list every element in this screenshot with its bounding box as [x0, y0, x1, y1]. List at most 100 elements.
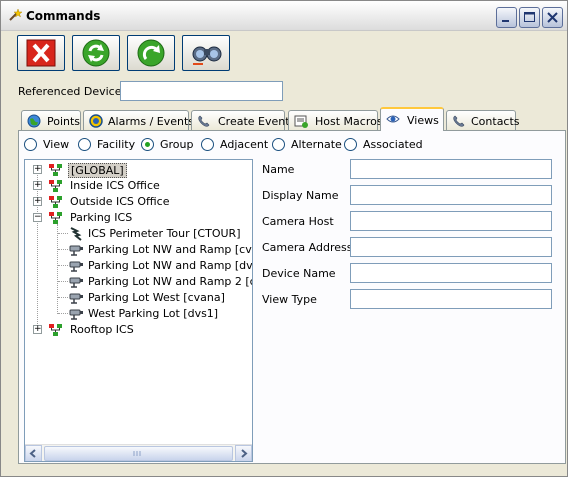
expand-toggle[interactable]: +	[33, 197, 42, 206]
phone-icon	[198, 115, 210, 127]
eye-icon	[386, 115, 400, 123]
find-toolbar-button[interactable]	[182, 35, 230, 71]
app-wand-icon	[9, 8, 22, 21]
refresh-icon	[82, 39, 110, 67]
group-tree-icon	[49, 180, 62, 192]
radio-label: Adjacent	[220, 138, 269, 151]
radio-label: Group	[160, 138, 194, 151]
name-field[interactable]	[350, 159, 552, 179]
grip-icon	[133, 451, 141, 456]
referenced-device-input[interactable]	[120, 81, 283, 101]
tab-label: Points	[47, 115, 81, 128]
tree-connector	[58, 249, 68, 250]
radio-circle	[141, 138, 154, 151]
tab-label: Views	[407, 114, 439, 127]
title-bar: Commands	[1, 1, 567, 31]
redo-icon	[137, 39, 165, 67]
group-tree[interactable]: + [GLOBAL] + Inside ICS Office + Outside…	[24, 159, 253, 462]
tree-horizontal-scrollbar[interactable]	[25, 444, 252, 461]
tree-node-label: Parking ICS	[70, 211, 133, 224]
commands-window: Commands Referenced Device Points Alarms…	[0, 0, 568, 477]
group-tree-icon	[49, 324, 62, 336]
tab-alarms-events[interactable]: Alarms / Events	[83, 110, 194, 130]
radio-circle	[78, 138, 91, 151]
maximize-button[interactable]	[519, 7, 540, 28]
radio-circle	[201, 138, 214, 151]
binoculars-icon	[192, 46, 222, 65]
tab-create-event[interactable]: Create Event	[191, 110, 290, 130]
minimize-button[interactable]	[496, 7, 517, 28]
tree-connector	[58, 281, 68, 282]
tree-connector	[57, 224, 58, 314]
group-tree-icon	[49, 196, 62, 208]
device-name-field[interactable]	[350, 263, 552, 283]
tree-connector	[58, 265, 68, 266]
expand-toggle[interactable]: +	[33, 165, 42, 174]
scroll-left-button[interactable]	[25, 445, 42, 461]
radio-label: Facility	[97, 138, 136, 151]
name-label: Name	[262, 163, 295, 176]
camera-host-label: Camera Host	[262, 215, 334, 228]
arrow-left-icon	[29, 449, 36, 458]
view-type-label: View Type	[262, 293, 317, 306]
tree-node-label: [GLOBAL]	[68, 163, 127, 178]
arrow-right-icon	[241, 449, 248, 458]
tab-contacts[interactable]: Contacts	[446, 110, 520, 130]
camera-icon	[69, 277, 83, 288]
tree-node-label: West Parking Lot [dvs1]	[88, 307, 219, 320]
tab-label: Host Macros	[315, 115, 383, 128]
macro-icon	[294, 115, 308, 128]
camera-icon	[69, 293, 83, 304]
radio-label: Alternate	[291, 138, 342, 151]
camera-address-label: Camera Address	[262, 241, 353, 254]
camera-host-field[interactable]	[350, 211, 552, 231]
cancel-toolbar-button[interactable]	[17, 35, 65, 71]
camera-icon	[69, 245, 83, 256]
expand-toggle[interactable]: +	[33, 325, 42, 334]
phone-icon	[453, 115, 465, 127]
group-tree-icon	[49, 164, 62, 176]
expand-toggle[interactable]: +	[33, 181, 42, 190]
tree-node-label: ICS Perimeter Tour [CTOUR]	[88, 227, 241, 240]
referenced-device-label: Referenced Device	[18, 85, 122, 98]
tab-label: Contacts	[471, 115, 520, 128]
close-x-icon	[26, 39, 56, 67]
tree-connector	[58, 313, 68, 314]
close-icon	[547, 12, 558, 23]
tree-connector	[58, 233, 68, 234]
tab-label: Create Event	[218, 115, 290, 128]
view-type-field[interactable]	[350, 289, 552, 309]
tree-node-label: Parking Lot NW and Ramp [cvana	[88, 243, 252, 256]
window-title: Commands	[26, 9, 101, 23]
camera-address-field[interactable]	[350, 237, 552, 257]
tree-node-label: Parking Lot West [cvana]	[88, 291, 225, 304]
close-button[interactable]	[542, 7, 563, 28]
group-tree-icon	[49, 212, 62, 224]
tree-node-label: Parking Lot NW and Ramp [dvs1]	[88, 259, 253, 272]
radio-circle	[272, 138, 285, 151]
radio-label: Associated	[363, 138, 423, 151]
scroll-thumb[interactable]	[44, 446, 233, 461]
refresh-toolbar-button[interactable]	[72, 35, 120, 71]
collapse-toggle[interactable]: −	[33, 213, 42, 222]
camera-tour-icon	[70, 227, 82, 241]
device-name-label: Device Name	[262, 267, 336, 280]
radio-circle	[24, 138, 37, 151]
radio-label: View	[43, 138, 70, 151]
scroll-right-button[interactable]	[235, 445, 252, 461]
radio-selected-dot	[145, 142, 150, 147]
tree-connector	[58, 297, 68, 298]
display-name-field[interactable]	[350, 185, 552, 205]
camera-icon	[69, 261, 83, 272]
tab-views[interactable]: Views	[380, 107, 444, 131]
tab-points[interactable]: Points	[21, 110, 81, 130]
tree-node-label: Inside ICS Office	[70, 179, 160, 192]
redo-toolbar-button[interactable]	[127, 35, 175, 71]
minimize-icon	[502, 20, 509, 22]
display-name-label: Display Name	[262, 189, 339, 202]
tree-node-label: Outside ICS Office	[70, 195, 170, 208]
maximize-icon	[524, 12, 535, 22]
tree-connector	[37, 170, 38, 330]
tab-host-macros[interactable]: Host Macros	[288, 110, 383, 130]
alarm-icon	[89, 114, 103, 128]
